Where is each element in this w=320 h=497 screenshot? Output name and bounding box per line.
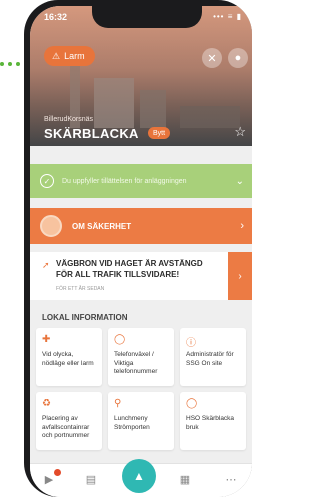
info-card-hso[interactable]: ◯ HSO Skärblacka bruk xyxy=(180,392,246,450)
company-name: BillerudKorsnäs xyxy=(44,116,94,123)
recycle-icon: ♻ xyxy=(42,398,51,409)
news-title: VÄGBRON VID HAGET ÄR AVSTÄNGD FÖR ALL TR… xyxy=(56,259,203,279)
phone-notch xyxy=(92,6,202,28)
alarm-button[interactable]: ⚠ Larm xyxy=(44,46,95,66)
status-time: 16:32 xyxy=(44,12,68,22)
card-label: Administratör för SSG On site xyxy=(186,351,234,367)
tab-map[interactable]: ▦ xyxy=(176,473,194,489)
favorite-star-icon[interactable]: ☆ xyxy=(234,124,246,140)
more-icon: ⋯ xyxy=(225,474,237,486)
factory-icon: ▲ xyxy=(133,469,145,483)
tab-more[interactable]: ⋯ xyxy=(222,473,240,489)
site-title: SKÄRBLACKA xyxy=(44,126,139,141)
pin-icon: ➚ xyxy=(42,260,50,270)
compliance-banner[interactable]: ✓ Du uppfyller tillättelsen för anläggni… xyxy=(30,164,252,198)
card-label: Placering av avfallscontainrar och portn… xyxy=(42,415,90,439)
bell-icon: ⚠ xyxy=(52,50,61,61)
app-screen: 16:32 ••• ≡ ▮ ⚠ Larm ✕ ● BillerudKorsnäs… xyxy=(30,6,252,497)
info-card-admin[interactable]: ⓘ Administratör för SSG On site xyxy=(180,328,246,386)
chat-icon: ◯ xyxy=(114,334,126,345)
tab-home[interactable]: ▲ xyxy=(122,459,156,493)
tab-bar: ▶ ▤ ▲ ▦ ⋯ xyxy=(30,459,252,497)
news-timestamp: FÖR ETT ÅR SEDAN xyxy=(56,286,105,292)
info-card-waste[interactable]: ♻ Placering av avfallscontainrar och por… xyxy=(36,392,102,450)
card-label: Telefonväxel / Viktiga telefonnummer xyxy=(114,351,158,375)
check-icon: ✓ xyxy=(40,174,54,188)
phone-frame: 16:32 ••• ≡ ▮ ⚠ Larm ✕ ● BillerudKorsnäs… xyxy=(24,0,252,497)
notification-badge xyxy=(54,469,61,476)
card-label: Vid olycka, nödläge eller larm xyxy=(42,351,94,367)
card-label: Lunchmeny Strömporten xyxy=(114,415,150,431)
mascot-icon xyxy=(40,215,62,237)
switch-site-badge[interactable]: Bytt xyxy=(148,127,171,139)
document-icon: ▤ xyxy=(85,474,97,486)
section-title: LOKAL INFORMATION xyxy=(42,313,128,322)
safety-banner[interactable]: OM SÄKERHET › xyxy=(30,208,252,244)
status-icons: ••• ≡ ▮ xyxy=(213,12,242,21)
info-icon: ⓘ xyxy=(186,338,196,349)
plus-box-icon: ✚ xyxy=(42,334,51,345)
cutlery-icon: ⚲ xyxy=(114,398,122,409)
news-chevron-right-icon: › xyxy=(228,252,252,300)
chevron-down-icon: ⌄ xyxy=(235,175,244,187)
info-card-emergency[interactable]: ✚ Vid olycka, nödläge eller larm xyxy=(36,328,102,386)
alarm-label: Larm xyxy=(64,51,85,61)
user-icon: ● xyxy=(234,52,242,64)
info-card-phone[interactable]: ◯ Telefonväxel / Viktiga telefonnummer xyxy=(108,328,174,386)
news-item[interactable]: ➚ VÄGBRON VID HAGET ÄR AVSTÄNGD FÖR ALL … xyxy=(30,252,252,300)
map-icon: ▦ xyxy=(179,474,191,486)
card-label: HSO Skärblacka bruk xyxy=(186,415,235,431)
close-button[interactable]: ✕ xyxy=(202,48,222,68)
megaphone-icon: ▶ xyxy=(44,474,54,486)
chat-icon: ◯ xyxy=(186,398,198,409)
chevron-right-icon: › xyxy=(240,220,244,232)
compliance-text: Du uppfyller tillättelsen för anläggning… xyxy=(62,177,187,185)
tab-documents[interactable]: ▤ xyxy=(82,473,100,489)
safety-text: OM SÄKERHET xyxy=(72,221,132,231)
close-icon: ✕ xyxy=(207,52,217,65)
profile-button[interactable]: ● xyxy=(228,48,248,68)
info-card-lunch[interactable]: ⚲ Lunchmeny Strömporten xyxy=(108,392,174,450)
